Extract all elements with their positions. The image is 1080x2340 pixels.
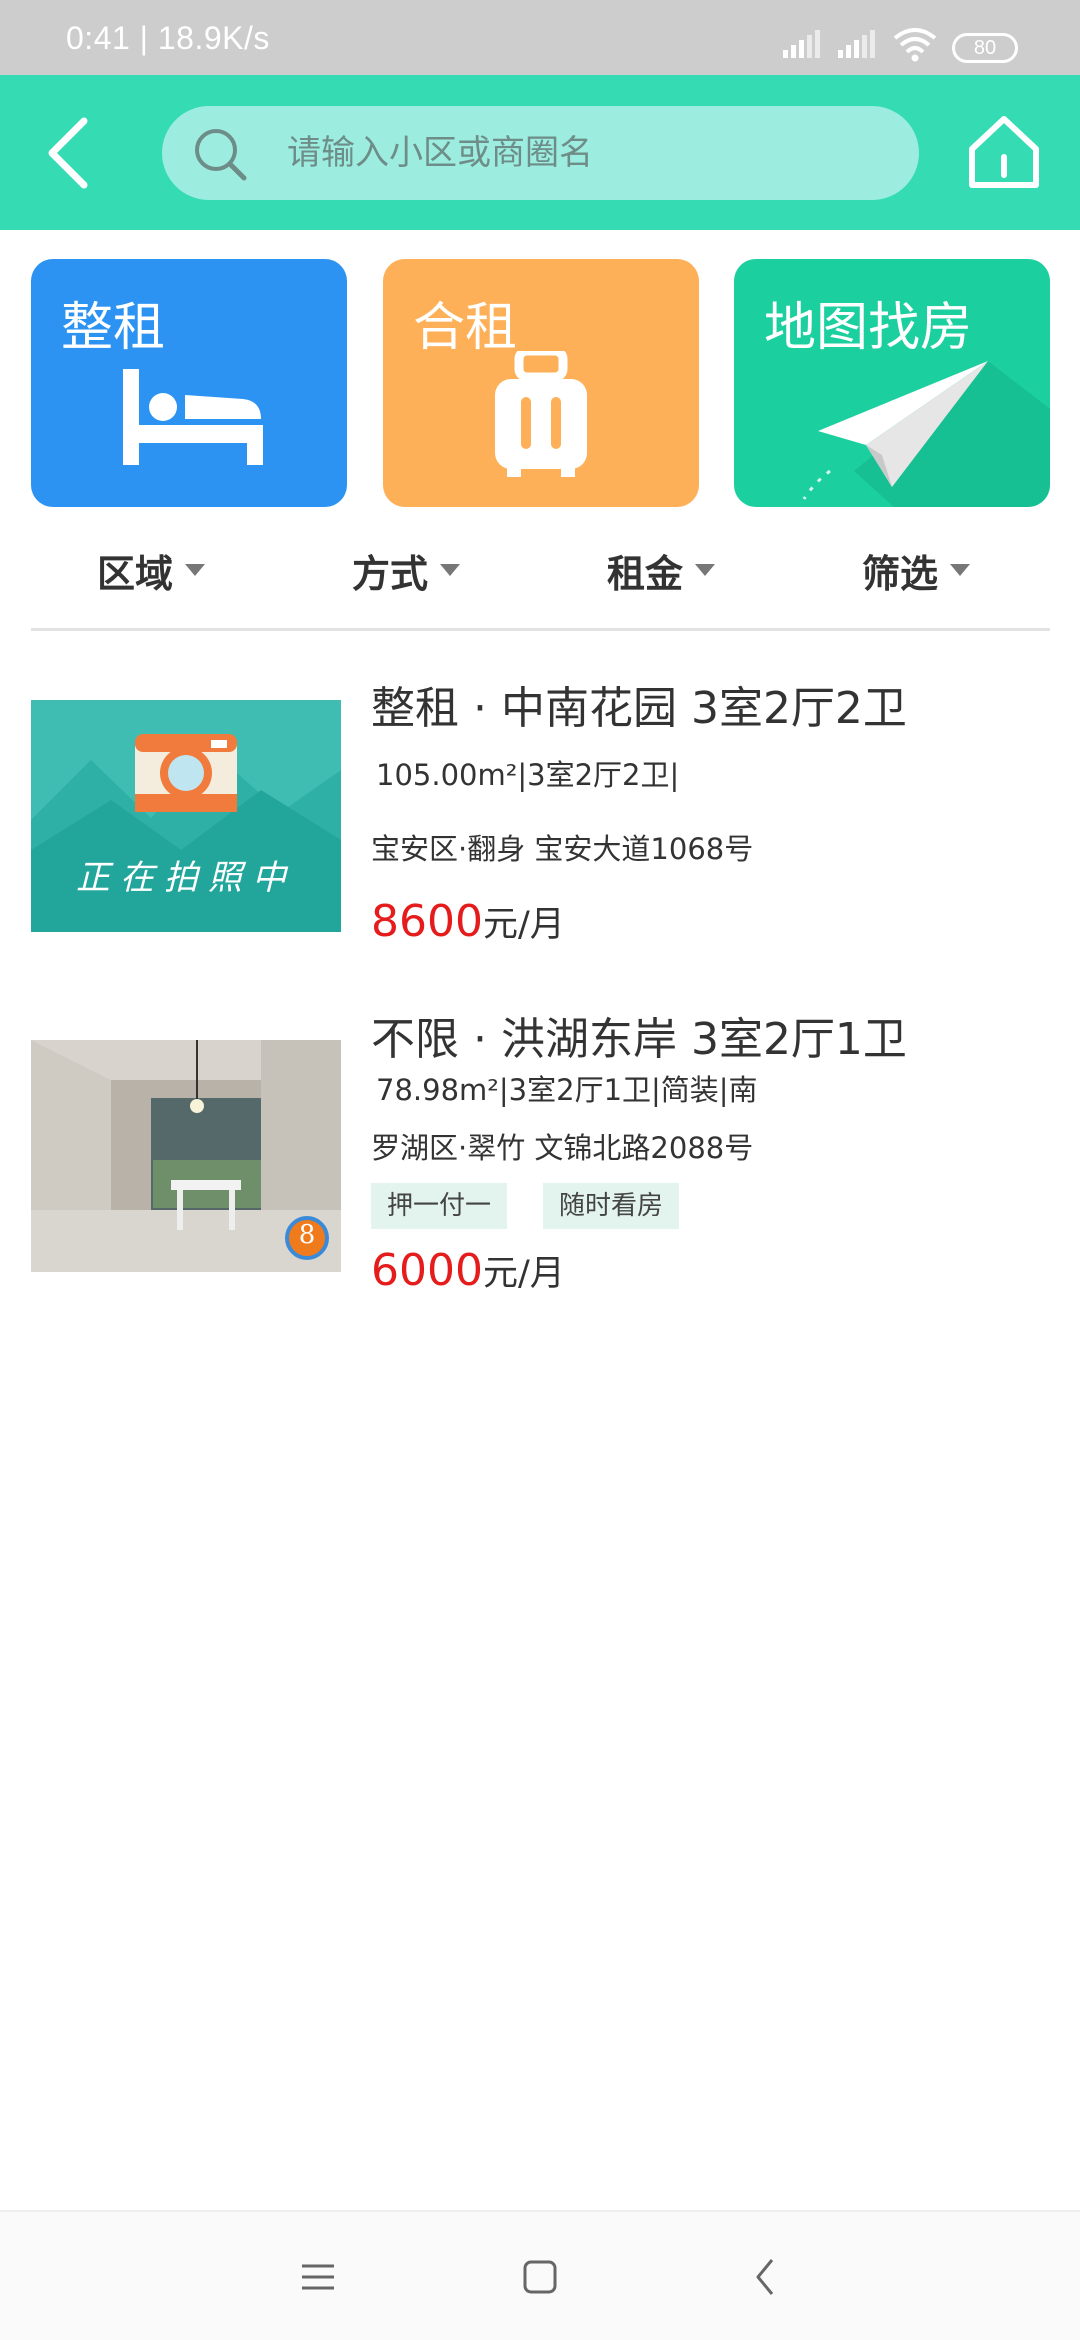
caret-down-icon <box>440 564 461 576</box>
menu-button[interactable] <box>288 2252 348 2302</box>
filter-label: 租金 <box>607 551 684 596</box>
category-label: 合租 <box>413 298 518 358</box>
divider <box>31 628 1050 631</box>
photo-placeholder-caption: 正在拍照中 <box>76 858 296 898</box>
wifi-icon <box>893 28 937 62</box>
status-bar: 0:41 | 18.9K/s 80 <box>0 0 1080 75</box>
filter-rent-type[interactable]: 方式 <box>352 530 461 610</box>
search-placeholder: 请输入小区或商圈名 <box>287 133 593 173</box>
category-map-search[interactable]: 地图找房 <box>734 259 1050 507</box>
listing-item[interactable]: 正在拍照中 整租 · 中南花园 3室2厅2卫 105.00m²|3室2厅2卫| … <box>0 660 1080 980</box>
home-nav-button[interactable] <box>510 2252 570 2302</box>
filter-district[interactable]: 区域 <box>97 530 206 610</box>
listing-address: 宝安区·翻身 宝安大道1068号 <box>371 832 754 866</box>
price-unit: 元/月 <box>482 905 565 945</box>
home-icon <box>969 116 1039 188</box>
filter-label: 方式 <box>352 551 429 596</box>
listing-photo-placeholder: 正在拍照中 <box>31 700 341 932</box>
listing-spec: 105.00m²|3室2厅2卫| <box>376 758 680 792</box>
search-icon <box>195 129 247 181</box>
battery-indicator: 80 <box>952 33 1018 63</box>
caret-down-icon <box>695 564 716 576</box>
filter-label: 区域 <box>97 551 174 596</box>
photo-count-badge: 8 <box>298 1220 316 1250</box>
listing-spec: 78.98m²|3室2厅1卫|简装|南 <box>376 1073 758 1107</box>
chevron-left-icon <box>48 117 88 189</box>
back-button[interactable] <box>40 113 100 193</box>
filter-more[interactable]: 筛选 <box>862 530 971 610</box>
listing-title: 整租 · 中南花园 3室2厅2卫 <box>371 683 907 734</box>
filter-label: 筛选 <box>862 551 939 596</box>
status-time: 0:41 | 18.9K/s <box>66 20 270 56</box>
app-header: 请输入小区或商圈名 <box>0 75 1080 230</box>
cellular-signal-icon-2 <box>838 30 875 58</box>
cellular-signal-icon <box>783 30 820 58</box>
listing-photo: 8 <box>31 1040 341 1272</box>
listing-item[interactable]: 8 不限 · 洪湖东岸 3室2厅1卫 78.98m²|3室2厅1卫|简装|南 罗… <box>0 995 1080 1315</box>
category-label: 整租 <box>61 298 166 358</box>
tag-deposit: 押一付一 <box>371 1183 508 1229</box>
back-nav-button[interactable] <box>736 2252 796 2302</box>
price-value: 6000 <box>371 1245 483 1296</box>
listing-price: 8600元/月 <box>371 896 565 947</box>
listing-address: 罗湖区·翠竹 文锦北路2088号 <box>371 1131 754 1165</box>
luggage-icon <box>495 351 587 477</box>
caret-down-icon <box>185 564 206 576</box>
listing-title: 不限 · 洪湖东岸 3室2厅1卫 <box>371 1014 907 1065</box>
price-unit: 元/月 <box>482 1254 565 1294</box>
listing-price: 6000元/月 <box>371 1245 565 1296</box>
filter-price[interactable]: 租金 <box>607 530 716 610</box>
home-button[interactable] <box>966 113 1042 191</box>
search-input[interactable]: 请输入小区或商圈名 <box>162 106 919 200</box>
paper-plane-icon <box>802 361 1050 507</box>
category-shared-rent[interactable]: 合租 <box>383 259 699 507</box>
listing-tags: 押一付一 随时看房 <box>371 1183 971 1229</box>
price-value: 8600 <box>371 896 483 947</box>
caret-down-icon <box>950 564 971 576</box>
menu-icon <box>302 2264 334 2290</box>
bed-icon <box>123 369 263 465</box>
square-icon <box>523 2260 557 2294</box>
system-nav-bar <box>0 2210 1080 2340</box>
back-triangle-icon <box>756 2259 774 2295</box>
tag-viewing: 随时看房 <box>543 1183 680 1229</box>
filter-bar: 区域 方式 租金 筛选 <box>0 530 1080 610</box>
category-whole-rent[interactable]: 整租 <box>31 259 347 507</box>
